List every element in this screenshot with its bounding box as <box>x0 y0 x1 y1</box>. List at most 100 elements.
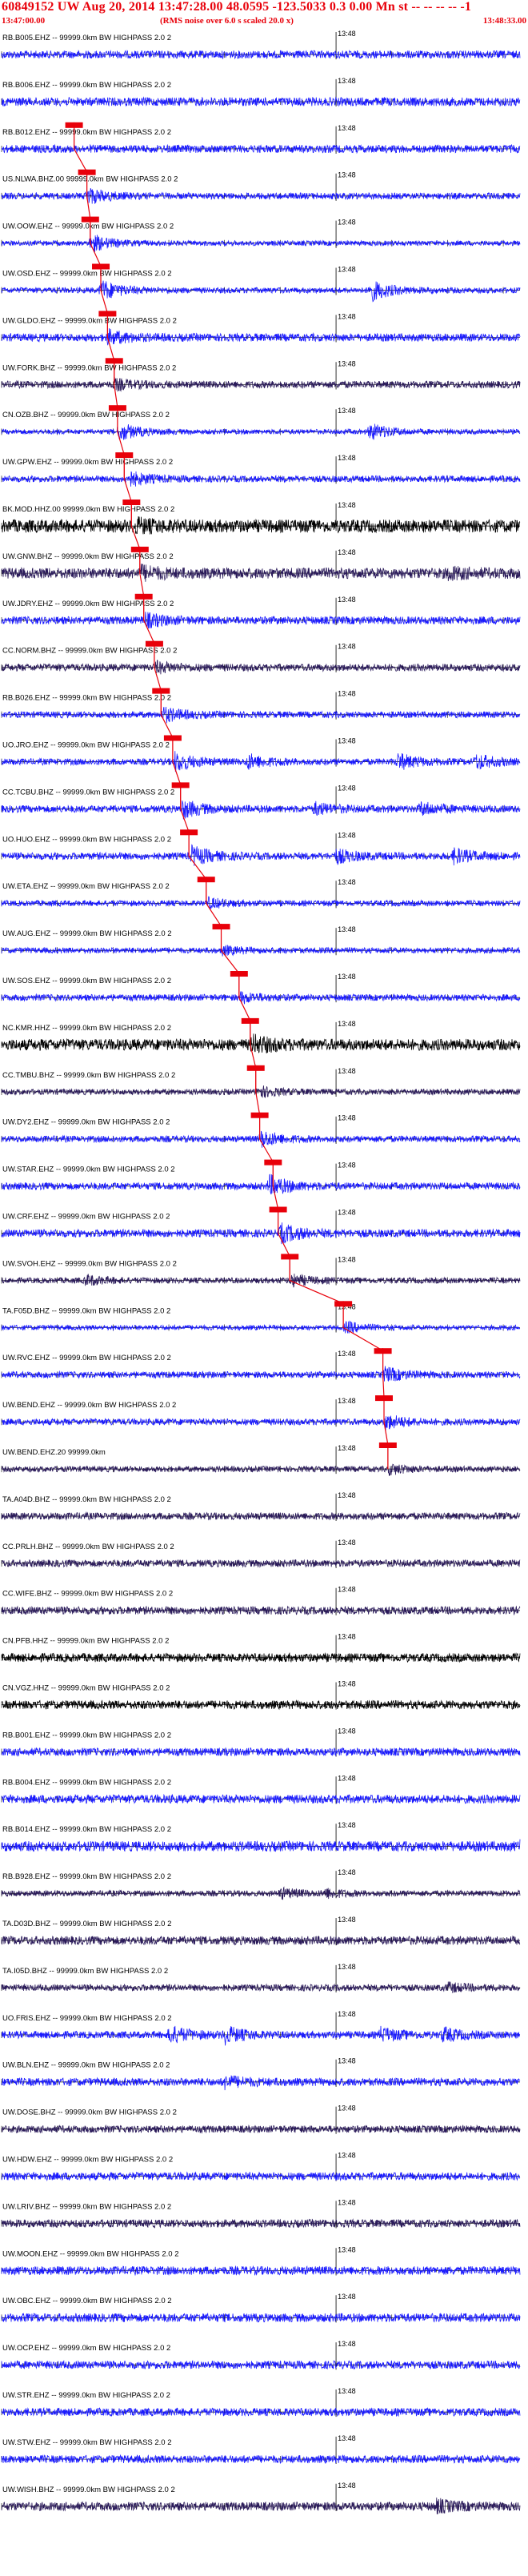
channel-26: 13:48 UW.SVOH.EHZ -- 99999.0km BW HIGHPAS… <box>1 1254 521 1288</box>
waveform <box>1 896 521 909</box>
channel-label: UW.OSD.EHZ -- 99999.0km BW HIGHPASS 2.0 … <box>2 270 172 279</box>
channel-40: 13:48 TA.D03D.BHZ -- 99999.0km BW HIGHPAS… <box>1 1916 521 1946</box>
channel-25: 13:48 UW.CRF.EHZ -- 99999.0km BW HIGHPASS… <box>1 1206 521 1245</box>
channel-label: UW.AUG.EHZ -- 99999.0km BW HIGHPASS 2.0 … <box>2 929 172 938</box>
channel-6: 13:48 UW.GLDO.EHZ -- 99999.0km BW HIGHPAS… <box>1 311 521 346</box>
waveform <box>1 1935 521 1946</box>
channel-label: CN.VGZ.HHZ -- 99999.0km BW HIGHPASS 2.0 … <box>2 1684 170 1693</box>
channel-label: RB.B928.EHZ -- 99999.0km BW HIGHPASS 2.0… <box>2 1872 171 1881</box>
channel-label: RB.B014.EHZ -- 99999.0km BW HIGHPASS 2.0… <box>2 1825 171 1834</box>
channel-33: 13:48 CC.WIFE.BHZ -- 99999.0km BW HIGHPAS… <box>1 1586 521 1616</box>
channel-49: 13:48 UW.OCP.EHZ -- 99999.0km BW HIGHPASS… <box>1 2340 521 2370</box>
minute-tick-label: 13:48 <box>338 2010 356 2018</box>
channel-label: UW.WISH.BHZ -- 99999.0km BW HIGHPASS 2.0… <box>2 2486 175 2494</box>
minute-tick-label: 13:48 <box>338 1963 356 1971</box>
channel-46: 13:48 UW.LRIV.BHZ -- 99999.0km BW HIGHPAS… <box>1 2198 521 2229</box>
channel-32: 13:48 CC.PRLH.BHZ -- 99999.0km BW HIGHPAS… <box>1 1539 521 1568</box>
channel-2: 13:48 RB.B012.EHZ -- 99999.0km BW HIGHPAS… <box>1 122 521 154</box>
minute-tick-label: 13:48 <box>338 407 356 415</box>
channel-label: UW.BEND.EHZ -- 99999.0km BW HIGHPASS 2.0… <box>2 1401 176 1410</box>
minute-tick-label: 13:48 <box>338 2105 356 2113</box>
channel-label: UW.CRF.EHZ -- 99999.0km BW HIGHPASS 2.0 … <box>2 1213 170 1222</box>
channel-label: UO.JRO.EHZ -- 99999.0km BW HIGHPASS 2.0 … <box>2 741 170 750</box>
channel-label: RB.B001.EHZ -- 99999.0km BW HIGHPASS 2.0… <box>2 1731 171 1739</box>
minute-tick-label: 13:48 <box>338 1020 356 1028</box>
minute-tick-label: 13:48 <box>338 1491 356 1499</box>
channel-14: 13:48 RB.B026.EHZ -- 99999.0km BW HIGHPAS… <box>1 688 521 724</box>
minute-tick-label: 13:48 <box>338 312 356 320</box>
channel-42: 13:48 UO.FRIS.EHZ -- 99999.0km BW HIGHPAS… <box>1 2010 521 2046</box>
channel-label: UW.HDW.EHZ -- 99999.0km BW HIGHPASS 2.0 … <box>2 2156 173 2165</box>
channel-47: 13:48 UW.MOON.EHZ -- 99999.0km BW HIGHPAS… <box>1 2245 521 2277</box>
waveform <box>1 751 521 772</box>
channel-label: UW.STAR.EHZ -- 99999.0km BW HIGHPASS 2.0… <box>2 1166 175 1174</box>
channel-24: 13:48 UW.STAR.EHZ -- 99999.0km BW HIGHPAS… <box>1 1159 521 1195</box>
channel-label: UW.LRIV.BHZ -- 99999.0km BW HIGHPASS 2.0… <box>2 2202 171 2211</box>
channel-16: 13:48 CC.TCBU.BHZ -- 99999.0km BW HIGHPAS… <box>1 782 521 820</box>
channel-11: 13:48 UW.GNW.BHZ -- 99999.0km BW HIGHPASS… <box>1 546 521 582</box>
channel-label: UW.JDRY.EHZ -- 99999.0km BW HIGHPASS 2.0… <box>2 600 174 608</box>
waveform <box>1 800 521 820</box>
minute-tick-label: 13:48 <box>338 973 356 981</box>
channel-1: 13:48 RB.B006.EHZ -- 99999.0km BW HIGHPAS… <box>1 77 521 107</box>
channel-12: 13:48 UW.JDRY.EHZ -- 99999.0km BW HIGHPAS… <box>1 593 521 629</box>
waveform <box>1 1033 521 1053</box>
minute-tick-label: 13:48 <box>338 925 356 933</box>
channel-9: 13:48 UW.GPW.EHZ -- 99999.0km BW HIGHPASS… <box>1 452 521 487</box>
minute-tick-label: 13:48 <box>338 548 356 556</box>
record-header: 60849152 UW Aug 20, 2014 13:47:28.00 48.… <box>0 0 528 27</box>
waveform <box>1 706 521 724</box>
minute-tick-label: 13:48 <box>338 454 356 462</box>
minute-tick-label: 13:48 <box>338 2057 356 2065</box>
channel-label: RB.B004.EHZ -- 99999.0km BW HIGHPASS 2.0… <box>2 1778 171 1787</box>
minute-tick-label: 13:48 <box>338 690 356 698</box>
waveform <box>1 1222 521 1245</box>
minute-tick-label: 13:48 <box>338 266 356 274</box>
channel-15: 13:48 UO.JRO.EHZ -- 99999.0km BW HIGHPASS… <box>1 735 521 772</box>
channel-label: UO.HUO.EHZ -- 99999.0km BW HIGHPASS 2.0 … <box>2 835 171 844</box>
channel-label: CC.PRLH.BHZ -- 99999.0km BW HIGHPASS 2.0… <box>2 1543 174 1551</box>
channel-label: UO.FRIS.EHZ -- 99999.0km BW HIGHPASS 2.0… <box>2 2014 172 2023</box>
waveform <box>1 2218 521 2229</box>
minute-tick-label: 13:48 <box>338 1916 356 1924</box>
channel-label: UW.OBC.EHZ -- 99999.0km BW HIGHPASS 2.0 … <box>2 2297 172 2305</box>
waveform <box>1 328 521 346</box>
channel-label: RB.B026.EHZ -- 99999.0km BW HIGHPASS 2.0… <box>2 694 171 703</box>
waveform <box>1 1085 521 1098</box>
waveform <box>1 1130 521 1148</box>
channel-10: 13:48 BK.MOD.HHZ.00 99999.0km BW HIGHPASS… <box>1 500 521 535</box>
channel-label: RB.B005.EHZ -- 99999.0km BW HIGHPASS 2.0… <box>2 34 171 42</box>
minute-tick-label: 13:48 <box>338 1539 356 1547</box>
channel-50: 13:48 UW.STR.EHZ -- 99999.0km BW HIGHPASS… <box>1 2387 521 2418</box>
channel-label: UW.FORK.BHZ -- 99999.0km BW HIGHPASS 2.0… <box>2 363 176 372</box>
waveform <box>2 1415 521 1431</box>
channel-31: 13:48 TA.A04D.BHZ -- 99999.0km BW HIGHPAS… <box>1 1491 521 1522</box>
minute-tick-label: 13:48 <box>338 596 356 604</box>
minute-tick-label: 13:48 <box>338 1209 356 1217</box>
minute-tick-label: 13:48 <box>338 2340 356 2348</box>
channel-28: 13:48 UW.RVC.EHZ -- 99999.0km BW HIGHPASS… <box>1 1348 521 1382</box>
channel-label: CC.WIFE.BHZ -- 99999.0km BW HIGHPASS 2.0… <box>2 1590 173 1599</box>
minute-tick-label: 13:48 <box>338 878 356 886</box>
minute-tick-label: 13:48 <box>338 1633 356 1641</box>
minute-tick-label: 13:48 <box>338 1350 356 1358</box>
minute-tick-label: 13:48 <box>338 1255 356 1263</box>
minute-tick-label: 13:48 <box>338 2482 356 2490</box>
channel-19: 13:48 UW.AUG.EHZ -- 99999.0km BW HIGHPASS… <box>1 924 521 957</box>
waveform <box>1 279 521 303</box>
waveform <box>1 516 521 535</box>
channel-3: 13:48 US.NLWA.BHZ.00 99999.0km BW HIGHPAS… <box>1 169 521 204</box>
minute-tick-label: 13:48 <box>338 737 356 745</box>
minute-tick-label: 13:48 <box>338 1774 356 1782</box>
waveform <box>1 1366 521 1382</box>
channel-label: UW.MOON.EHZ -- 99999.0km BW HIGHPASS 2.0… <box>2 2249 179 2258</box>
channel-51: 13:48 UW.STW.EHZ -- 99999.0km BW HIGHPASS… <box>1 2434 521 2465</box>
waveform <box>1 1463 521 1476</box>
channel-38: 13:48 RB.B014.EHZ -- 99999.0km BW HIGHPAS… <box>1 1821 521 1852</box>
channel-37: 13:48 RB.B004.EHZ -- 99999.0km BW HIGHPAS… <box>1 1774 521 1804</box>
channel-label: CC.TMBU.BHZ -- 99999.0km BW HIGHPASS 2.0… <box>2 1071 175 1080</box>
minute-tick-label: 13:48 <box>338 171 356 179</box>
channel-label: RB.B012.EHZ -- 99999.0km BW HIGHPASS 2.0… <box>2 128 171 137</box>
minute-tick-label: 13:48 <box>338 1821 356 1829</box>
channel-label: UW.OCP.EHZ -- 99999.0km BW HIGHPASS 2.0 … <box>2 2344 170 2353</box>
